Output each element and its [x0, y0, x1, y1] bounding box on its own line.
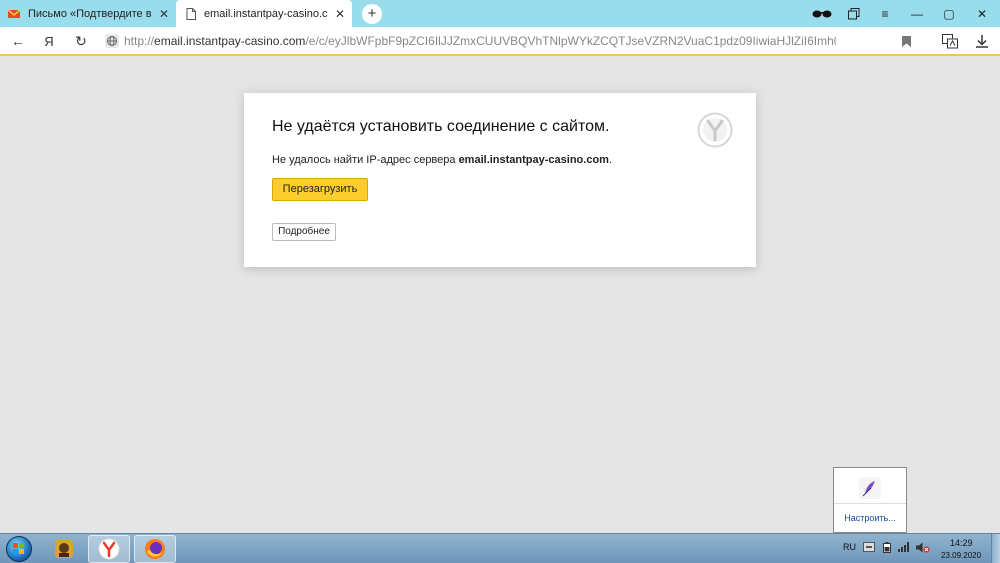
taskbar-app-yandex[interactable] [88, 535, 130, 563]
yandex-browser-logo-icon [697, 112, 733, 148]
error-message-prefix: Не удалось найти IP-адрес сервера [272, 154, 459, 166]
incognito-glasses-icon[interactable] [806, 0, 838, 27]
network-tray-icon[interactable] [898, 542, 911, 555]
bookmark-icon[interactable] [892, 27, 920, 55]
url-host: email.instantpay-casino.com [154, 34, 306, 48]
url-scheme: http:// [124, 34, 155, 48]
error-title: Не удаётся установить соединение с сайто… [272, 118, 610, 135]
page-icon [186, 7, 196, 20]
maximize-button[interactable]: ▢ [933, 0, 965, 27]
close-window-button[interactable]: ✕ [966, 0, 998, 27]
minimize-button[interactable]: — [901, 0, 933, 27]
windows-logo-icon [13, 543, 24, 554]
tab-casino[interactable]: email.instantpay-casino.com ✕ [176, 0, 352, 27]
url-path: /e/c/eyJlbWFpbF9pZCI6IlJJZmxCUUVBQVhTNlp… [305, 34, 836, 48]
error-message-suffix: . [608, 154, 613, 166]
reload-page-button[interactable]: Перезагрузить [272, 178, 368, 201]
address-toolbar: ← Я ↻ http://email.instantpay-casino.com… [0, 27, 1000, 56]
translate-icon[interactable] [936, 27, 964, 55]
mail-icon [8, 8, 20, 18]
volume-muted-tray-icon[interactable] [916, 542, 930, 556]
taskbar-app-game[interactable] [43, 535, 85, 563]
error-message: Не удалось найти IP-адрес сервера email.… [272, 154, 612, 166]
notification-popup: Настроить... [833, 467, 907, 533]
battery-tray-icon[interactable] [883, 542, 891, 556]
new-tab-button[interactable]: + [362, 4, 382, 24]
configure-link[interactable]: Настроить... [834, 513, 906, 523]
clock-time[interactable]: 14:29 [950, 538, 973, 548]
tab-casino-title: email.instantpay-casino.com [204, 7, 328, 20]
details-button[interactable]: Подробнее [272, 223, 336, 241]
tab-mail-close-icon[interactable]: ✕ [152, 7, 176, 21]
downloads-icon[interactable] [968, 27, 996, 55]
clock-date[interactable]: 23.09.2020 [941, 551, 981, 560]
start-button[interactable] [6, 536, 32, 562]
tab-casino-close-icon[interactable]: ✕ [328, 7, 352, 21]
back-button[interactable]: ← [4, 27, 32, 55]
taskbar-app-firefox[interactable] [134, 535, 176, 563]
game-app-icon [55, 540, 73, 558]
yandex-home-button[interactable]: Я [35, 27, 63, 55]
menu-icon[interactable]: ≡ [869, 0, 901, 27]
reload-button[interactable]: ↻ [67, 27, 95, 55]
tab-mail[interactable]: Письмо «Подтвердите ваш ✕ [0, 0, 176, 27]
tab-strip: Письмо «Подтвердите ваш ✕ email.instantp… [0, 0, 1000, 27]
show-desktop-button[interactable] [991, 534, 1000, 563]
yandex-browser-icon [98, 538, 120, 560]
language-indicator[interactable]: RU [843, 542, 856, 552]
feather-icon [859, 477, 881, 499]
tab-mail-title: Письмо «Подтвердите ваш [28, 7, 152, 20]
error-message-host: email.instantpay-casino.com [458, 154, 609, 166]
error-card: Не удаётся установить соединение с сайто… [244, 93, 756, 267]
popup-divider [834, 503, 906, 504]
globe-icon[interactable] [98, 27, 126, 55]
tabs-overview-icon[interactable] [838, 0, 870, 27]
firefox-icon [145, 539, 165, 559]
address-field[interactable]: http://email.instantpay-casino.com/e/c/e… [124, 34, 836, 48]
keyboard-tray-icon[interactable] [863, 542, 875, 555]
